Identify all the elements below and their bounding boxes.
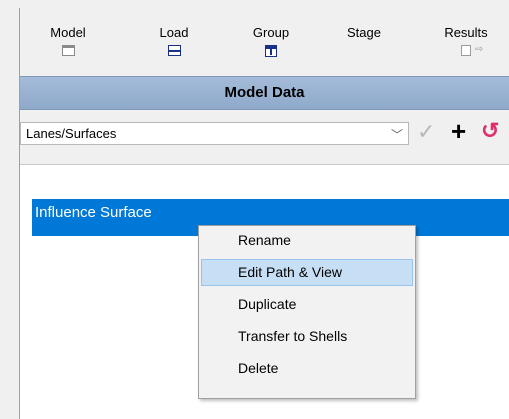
list-item-label: Influence Surface [35,204,152,221]
tab-model[interactable]: Model [48,8,88,68]
tab-results-label: Results [444,25,488,40]
tab-model-label: Model [50,25,86,40]
model-data-panel: Model Load Group Stage Results ⇨ Model D… [0,0,509,419]
undo-icon[interactable]: ↺ [481,117,499,145]
menu-item-label: Delete [238,360,279,376]
menu-item-duplicate[interactable]: Duplicate [201,291,413,318]
section-header: Model Data [20,76,509,110]
menu-item-rename[interactable]: Rename [201,227,413,254]
tab-group-label: Group [252,25,290,40]
chevron-down-icon[interactable]: ﹀ [391,126,403,143]
menu-item-delete[interactable]: Delete [201,355,413,382]
menu-item-edit-path-view[interactable]: Edit Path & View [201,259,413,286]
category-dropdown[interactable]: Lanes/Surfaces ﹀ [20,122,409,145]
tab-load[interactable]: Load [154,8,194,68]
tab-load-label: Load [159,25,189,40]
add-icon[interactable]: + [451,117,466,145]
tab-bar: Model Load Group Stage Results ⇨ [20,8,509,68]
menu-item-label: Transfer to Shells [238,328,348,344]
tab-group[interactable]: Group [247,8,295,68]
dropdown-value: Lanes/Surfaces [26,126,117,141]
menu-item-label: Edit Path & View [238,264,343,280]
menu-item-label: Duplicate [238,296,297,312]
results-window-icon: ⇨ [461,44,483,56]
tab-results[interactable]: Results ⇨ [438,8,494,68]
check-icon[interactable]: ✓ [417,119,435,145]
model-window-icon [61,45,75,56]
group-window-icon [265,45,277,57]
context-menu: Rename Edit Path & View Duplicate Transf… [198,225,416,399]
section-title: Model Data [224,84,305,101]
load-window-icon [167,45,181,56]
tab-stage-label: Stage [347,25,381,40]
results-arrow-icon: ⇨ [475,44,484,55]
tab-stage[interactable]: Stage [342,8,386,68]
menu-item-transfer-to-shells[interactable]: Transfer to Shells [201,323,413,350]
menu-item-label: Rename [238,232,291,248]
